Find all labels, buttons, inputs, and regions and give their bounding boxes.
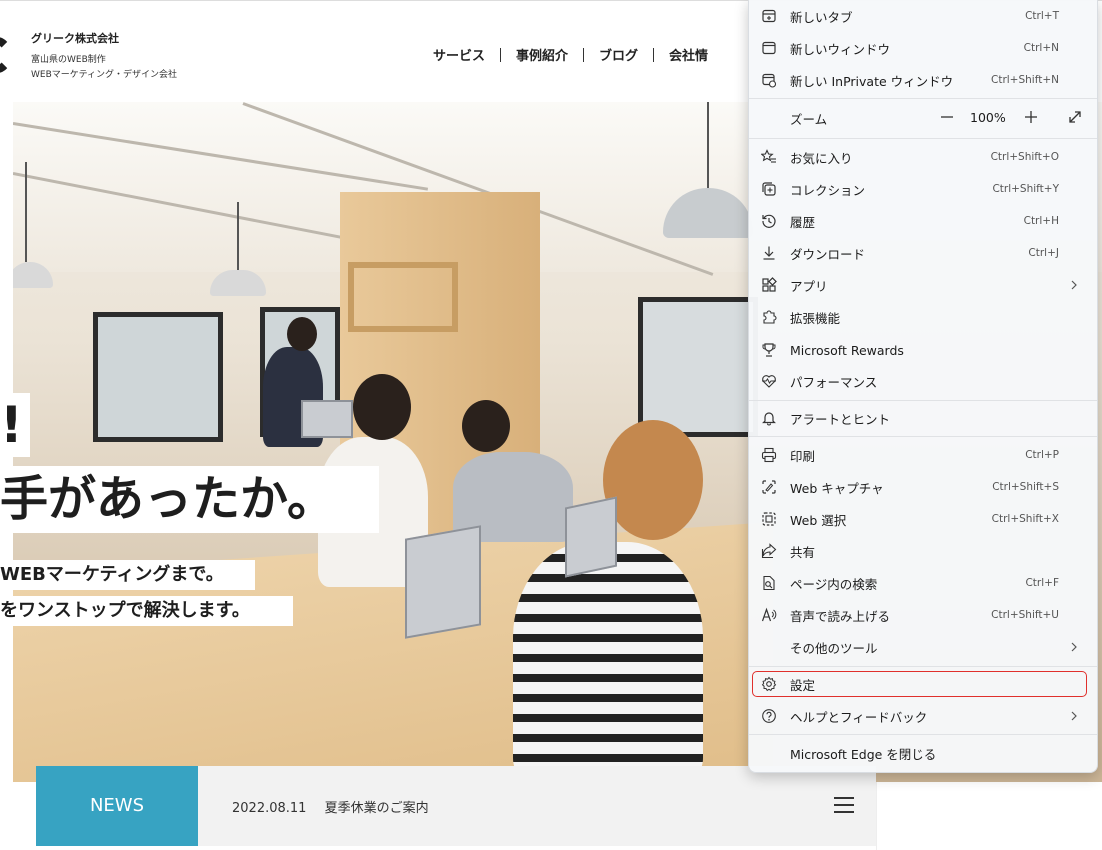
hero-window: [638, 297, 758, 437]
menu-web-select[interactable]: Web 選択 Ctrl+Shift+X: [749, 503, 1097, 535]
puzzle-icon: [761, 309, 777, 325]
news-title[interactable]: 夏季休業のご案内: [325, 801, 429, 816]
menu-web-capture[interactable]: Web キャプチャ Ctrl+Shift+S: [749, 471, 1097, 503]
zoom-in-icon[interactable]: [1023, 109, 1039, 125]
menu-rewards[interactable]: Microsoft Rewards: [749, 334, 1097, 366]
laptop: [405, 525, 481, 639]
read-aloud-icon: [761, 607, 777, 623]
help-icon: [761, 708, 777, 724]
pendant-lamp: [210, 270, 266, 296]
chevron-right-icon: [1067, 640, 1081, 654]
menu-read-aloud[interactable]: 音声で読み上げる Ctrl+Shift+U: [749, 599, 1097, 631]
nav-company[interactable]: 会社情: [654, 45, 723, 64]
news-date: 2022.08.11: [232, 801, 307, 816]
settings-highlight-box: [752, 671, 1087, 697]
chevron-right-icon: [1067, 709, 1081, 723]
company-logo[interactable]: [0, 37, 12, 73]
edge-settings-menu: 新しいタブ Ctrl+T 新しいウィンドウ Ctrl+N 新しい InPriva…: [748, 0, 1098, 773]
rewards-trophy-icon: [761, 342, 777, 358]
laptop: [301, 400, 353, 438]
menu-separator: [749, 734, 1097, 735]
menu-alerts[interactable]: アラートとヒント: [749, 402, 1097, 434]
menu-new-inprivate[interactable]: 新しい InPrivate ウィンドウ Ctrl+Shift+N: [749, 64, 1097, 96]
company-description: 富山県のWEB制作 WEBマーケティング・デザイン会社: [31, 55, 178, 80]
new-window-icon: [761, 40, 777, 56]
person: [513, 542, 703, 782]
news-bar: NEWS 2022.08.11 夏季休業のご案内: [36, 766, 876, 846]
person-head: [353, 374, 411, 440]
menu-share[interactable]: 共有: [749, 535, 1097, 567]
side-panel: [876, 782, 1087, 850]
collections-icon: [761, 181, 777, 197]
hamburger-menu-icon[interactable]: [834, 797, 854, 813]
company-name: グリーク株式会社: [31, 32, 119, 45]
zoom-out-icon[interactable]: [939, 109, 955, 125]
bell-icon: [761, 410, 777, 426]
chevron-right-icon: [1067, 278, 1081, 292]
menu-close-edge[interactable]: Microsoft Edge を閉じる: [749, 737, 1097, 769]
hero-headline-1: !: [0, 393, 30, 457]
menu-print[interactable]: 印刷 Ctrl+P: [749, 439, 1097, 471]
lamp-cord: [25, 162, 27, 262]
lamp-cord: [237, 202, 239, 272]
menu-collections[interactable]: コレクション Ctrl+Shift+Y: [749, 173, 1097, 205]
menu-separator: [749, 98, 1097, 99]
menu-favorites[interactable]: お気に入り Ctrl+Shift+O: [749, 141, 1097, 173]
hero-headline-2: 手があったか。: [0, 466, 379, 533]
news-item[interactable]: 2022.08.11 夏季休業のご案内: [232, 797, 429, 816]
menu-more-tools[interactable]: その他のツール: [749, 631, 1097, 663]
web-select-icon: [761, 511, 777, 527]
menu-apps[interactable]: アプリ: [749, 269, 1097, 301]
laptop: [565, 496, 617, 578]
nav-blog[interactable]: ブログ: [584, 45, 653, 64]
menu-find[interactable]: ページ内の検索 Ctrl+F: [749, 567, 1097, 599]
zoom-level: 100%: [970, 110, 1006, 125]
hero-subline-2: をワンストップで解決します。: [0, 596, 293, 626]
history-icon: [761, 213, 777, 229]
menu-separator: [749, 666, 1097, 667]
menu-new-tab[interactable]: 新しいタブ Ctrl+T: [749, 0, 1097, 32]
download-icon: [761, 245, 777, 261]
heart-pulse-icon: [761, 373, 777, 389]
person-head: [462, 400, 510, 452]
new-tab-icon: [761, 8, 777, 24]
site-nav: サービス 事例紹介 ブログ 会社情: [418, 45, 723, 64]
news-label: NEWS: [36, 766, 198, 846]
menu-zoom: ズーム: [790, 111, 828, 127]
menu-separator: [749, 400, 1097, 401]
person-head: [603, 420, 703, 540]
share-icon: [761, 543, 777, 559]
nav-services[interactable]: サービス: [418, 45, 500, 64]
web-capture-icon: [761, 479, 777, 495]
hero-subline-1: WEBマーケティングまで。: [0, 560, 255, 590]
nav-cases[interactable]: 事例紹介: [501, 45, 583, 64]
inprivate-icon: [761, 72, 777, 88]
menu-extensions[interactable]: 拡張機能: [749, 301, 1097, 333]
find-in-page-icon: [761, 575, 777, 591]
menu-history[interactable]: 履歴 Ctrl+H: [749, 205, 1097, 237]
menu-help[interactable]: ヘルプとフィードバック: [749, 700, 1097, 732]
menu-separator: [749, 436, 1097, 437]
hero-shelf: [348, 262, 458, 332]
person-head: [287, 317, 317, 351]
printer-icon: [761, 447, 777, 463]
fullscreen-icon[interactable]: [1067, 109, 1083, 125]
menu-downloads[interactable]: ダウンロード Ctrl+J: [749, 237, 1097, 269]
hero-window: [93, 312, 223, 442]
apps-icon: [761, 277, 777, 293]
menu-new-window[interactable]: 新しいウィンドウ Ctrl+N: [749, 32, 1097, 64]
menu-performance[interactable]: パフォーマンス: [749, 365, 1097, 397]
lamp-cord: [707, 102, 709, 192]
star-list-icon: [761, 149, 777, 165]
menu-separator: [749, 138, 1097, 139]
